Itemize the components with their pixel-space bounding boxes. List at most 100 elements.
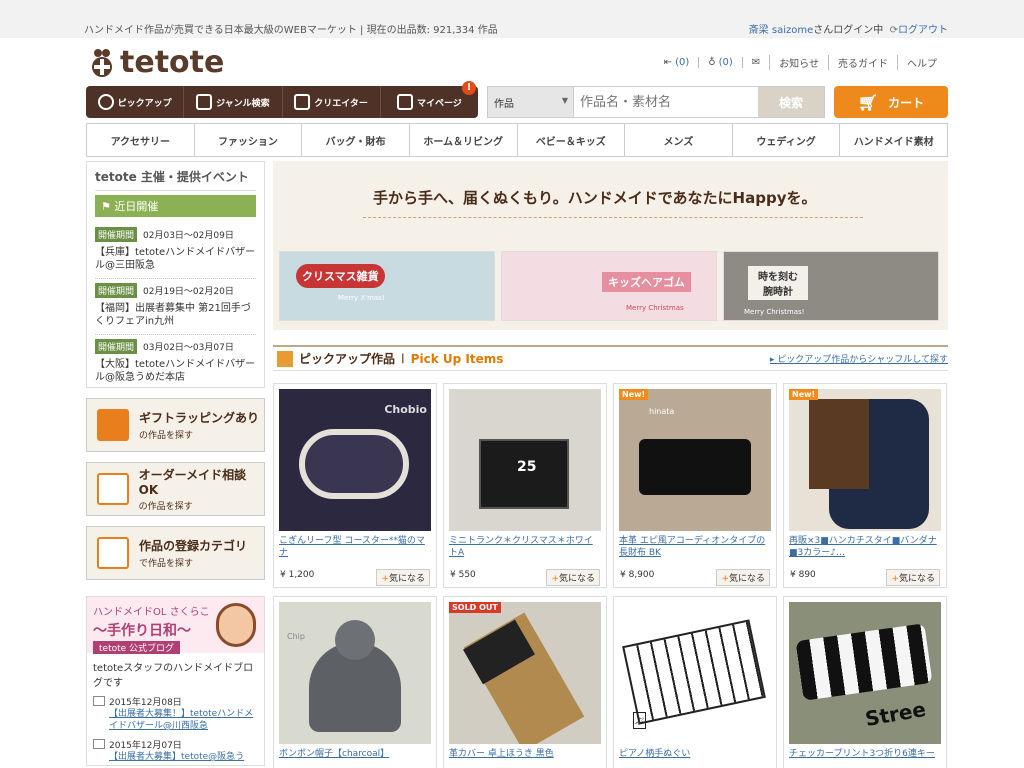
category-home[interactable]: ホーム＆リビング <box>408 124 517 156</box>
main-nav: ピックアップ ジャンル検索 クリエイター マイページ <box>86 86 478 118</box>
category-accessory[interactable]: アクセサリー <box>87 124 194 156</box>
banner-watch[interactable]: 時を刻む 腕時計 Merry Christmas! <box>723 251 939 321</box>
blog-header[interactable]: ハンドメイドOL さくらこ ～手作り日和～ tetote 公式ブログ <box>87 597 264 654</box>
inbox-link[interactable]: ⇤ (0) <box>655 57 699 68</box>
product-image-text: Stree <box>863 696 928 732</box>
category-bag[interactable]: バッグ・財布 <box>301 124 409 156</box>
favorite-button[interactable]: +気になる <box>716 569 770 586</box>
product-image[interactable]: 25 <box>449 389 601 531</box>
flag-icon: ⚑ <box>101 200 111 213</box>
news-link[interactable]: お知らせ <box>769 55 828 70</box>
favorite-button[interactable]: +気になる <box>546 569 600 586</box>
event-text[interactable]: 【福岡】出展者募集中 第21回手づくりフェアin九州 <box>95 302 256 328</box>
banner-watch-sub: Merry Christmas! <box>744 308 805 316</box>
nav-pickup[interactable]: ピックアップ <box>86 86 183 118</box>
product-card[interactable]: Chobio こぎんリーフ型 コースター**猫のマナ ¥ 1,200 +気になる <box>273 383 437 588</box>
product-card[interactable]: Chip ボンボン帽子【charcoal】 <box>273 596 437 768</box>
product-card[interactable]: SOLD OUT 革カバー 卓上ほうき 黒色 <box>443 596 607 768</box>
product-card[interactable]: Stree チェッカープリント3つ折り6連キー <box>783 596 947 768</box>
event-box: tetote 主催・提供イベント ⚑ 近日開催 開催期間 02月03日～02月09… <box>86 161 265 388</box>
nav-creator[interactable]: クリエイター <box>281 86 380 118</box>
logout-link[interactable]: ログアウト <box>898 25 948 36</box>
category-fashion[interactable]: ファッション <box>193 124 302 156</box>
plus-icon: + <box>551 574 559 584</box>
product-title[interactable]: 再販×3■ハンカチスタイ■バンダナ■3カラー♪… <box>789 535 941 559</box>
event-title: tetote 主催・提供イベント <box>95 168 256 191</box>
category-material[interactable]: ハンドメイド素材 <box>839 124 947 156</box>
product-title[interactable]: ボンボン帽子【charcoal】 <box>279 748 431 768</box>
grid-icon <box>277 350 293 367</box>
product-image[interactable] <box>789 389 941 531</box>
product-card[interactable]: New! 再販×3■ハンカチスタイ■バンダナ■3カラー♪… ¥ 890 +気にな… <box>783 383 947 588</box>
product-image-text: 25 <box>517 459 537 475</box>
logout-icon[interactable]: ⟳ <box>890 25 898 36</box>
search-button[interactable]: 検索 <box>758 87 824 117</box>
pickup-shuffle-link[interactable]: ▸ ピックアップ作品からシャッフルして探す <box>770 352 948 365</box>
product-image[interactable]: Stree <box>789 602 941 744</box>
product-image-text: hinata <box>649 407 675 416</box>
cart-button[interactable]: 🛒︎ カート <box>834 86 948 118</box>
event-item[interactable]: 開催期間 02月03日～02月09日 【兵庫】tetoteハンドメイドバザール@三… <box>95 223 256 279</box>
event-date: 03月02日～03月07日 <box>143 343 234 353</box>
sell-guide-link[interactable]: 売るガイド <box>828 55 897 70</box>
mail-icon: ✉ <box>751 57 761 68</box>
search-input[interactable] <box>574 87 758 117</box>
event-recent-header: ⚑ 近日開催 <box>95 195 256 217</box>
product-title[interactable]: 革カバー 卓上ほうき 黒色 <box>449 748 601 768</box>
product-title[interactable]: ミニトランク＊クリスマス＊ホワイトA <box>449 535 601 559</box>
nav-genre[interactable]: ジャンル検索 <box>183 86 281 118</box>
banner-kids-title: キッズヘアゴム <box>602 272 691 292</box>
event-text[interactable]: 【大阪】tetoteハンドメイドバザール@阪急うめだ本店 <box>95 358 256 384</box>
gift-wrapping-button[interactable]: ギフトラッピングあり の作品を探す <box>86 398 265 452</box>
product-image[interactable] <box>449 602 601 744</box>
blog-entry-date: 2015年12月07日 <box>93 738 258 751</box>
product-title[interactable]: チェッカープリント3つ折り6連キー <box>789 748 941 768</box>
gift-sub: の作品を探す <box>139 431 194 441</box>
new-badge: New! <box>619 389 649 400</box>
product-card[interactable]: ぷ ピアノ柄手ぬぐい <box>613 596 777 768</box>
banner-kids-hair[interactable]: キッズヘアゴム Merry Christmas <box>501 251 717 321</box>
order-made-button[interactable]: オーダーメイド相談OK の作品を探す <box>86 462 265 516</box>
product-grid: Chobio こぎんリーフ型 コースター**猫のマナ ¥ 1,200 +気になる… <box>273 383 948 768</box>
blog-badge: tetote 公式ブログ <box>93 641 181 654</box>
product-image[interactable]: Chip <box>279 602 431 744</box>
category-search-sub: で作品を探す <box>139 559 194 569</box>
utility-links: ⇤ (0) ♁ (0) ✉ お知らせ 売るガイド ヘルプ <box>655 55 946 70</box>
product-price: ¥ 8,900 <box>620 570 655 580</box>
product-title[interactable]: こぎんリーフ型 コースター**猫のマナ <box>279 535 431 559</box>
product-image-text: Chobio <box>384 403 427 416</box>
event-item[interactable]: 開催期間 03月02日～03月07日 【大阪】tetoteハンドメイドバザール@阪… <box>95 335 256 390</box>
product-image-text: ぷ <box>633 712 647 729</box>
search-scope-select[interactable]: 作品 <box>488 87 574 117</box>
event-text[interactable]: 【兵庫】tetoteハンドメイドバザール@三田阪急 <box>95 246 256 272</box>
event-item[interactable]: 開催期間 02月19日～02月20日 【福岡】出展者募集中 第21回手づくりフェア… <box>95 279 256 335</box>
event-period-label: 開催期間 <box>95 283 138 298</box>
banner-christmas-goods[interactable]: クリスマス雑貨 Merry X'mas! <box>279 251 495 321</box>
blog-entry-link[interactable]: 【出展者大募集！】tetoteハンドメイドバザール@川西阪急 <box>93 708 258 732</box>
favorite-button[interactable]: +気になる <box>886 569 940 586</box>
notice-link[interactable]: ♁ (0) <box>698 57 742 68</box>
category-search-button[interactable]: 作品の登録カテゴリ で作品を探す <box>86 526 265 580</box>
product-card[interactable]: 25 ミニトランク＊クリスマス＊ホワイトA ¥ 550 +気になる <box>443 383 607 588</box>
category-mens[interactable]: メンズ <box>624 124 732 156</box>
product-title[interactable]: 本革 エピ風アコーディオンタイプの長財布 BK <box>619 535 771 559</box>
blog-entry-link[interactable]: 【出展者大募集】tetote@阪急う <box>93 751 258 763</box>
event-date: 02月03日～02月09日 <box>143 231 234 241</box>
category-nav: アクセサリー ファッション バッグ・財布 ホーム＆リビング ベビー＆キッズ メン… <box>86 123 948 157</box>
product-title[interactable]: ピアノ柄手ぬぐい <box>619 748 771 768</box>
mail-link[interactable]: ✉ <box>741 57 769 68</box>
help-link[interactable]: ヘルプ <box>897 55 946 70</box>
user-name-link[interactable]: 斎梁 saizome <box>749 25 814 36</box>
logo-mark-icon <box>92 48 112 77</box>
event-date: 02月19日～02月20日 <box>143 287 234 297</box>
favorite-button[interactable]: +気になる <box>376 569 430 586</box>
genre-icon <box>196 94 213 110</box>
category-baby[interactable]: ベビー＆キッズ <box>516 124 625 156</box>
product-image[interactable]: hinata <box>619 389 771 531</box>
site-logo[interactable]: tetote <box>90 45 224 80</box>
product-card[interactable]: hinata New! 本革 エピ風アコーディオンタイプの長財布 BK ¥ 8,… <box>613 383 777 588</box>
category-wedding[interactable]: ウェディング <box>731 124 840 156</box>
banner-christmas-sub: Merry X'mas! <box>338 294 385 302</box>
product-image[interactable]: Chobio <box>279 389 431 531</box>
product-image[interactable]: ぷ <box>619 602 771 744</box>
